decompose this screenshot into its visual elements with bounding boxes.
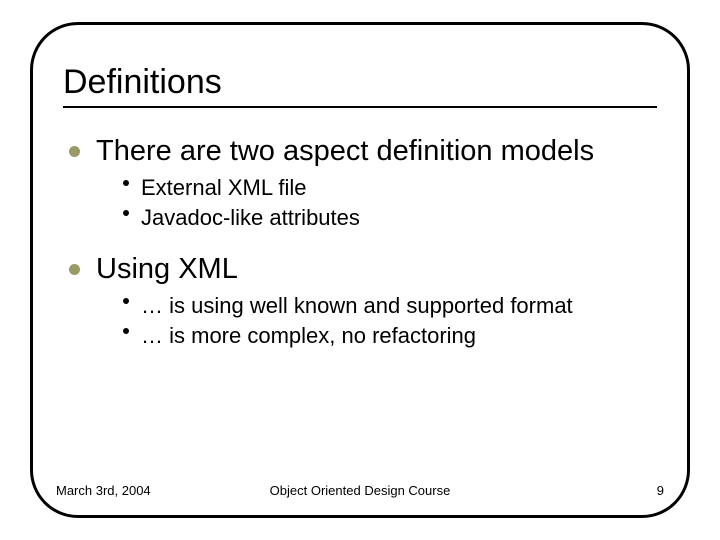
sublist: … is using well known and supported form… (123, 292, 657, 350)
sublist-item-text: … is more complex, no refactoring (141, 322, 476, 350)
sublist: External XML file Javadoc-like attribute… (123, 174, 657, 232)
bullet-icon (123, 328, 129, 334)
bullet-icon (69, 146, 80, 157)
bullet-icon (123, 298, 129, 304)
sublist-item: Javadoc-like attributes (123, 204, 657, 232)
footer-date: March 3rd, 2004 (56, 483, 151, 498)
slide-title: Definitions (63, 63, 657, 108)
bullet-icon (123, 180, 129, 186)
list-item: Using XML (69, 250, 657, 288)
footer-page-number: 9 (657, 483, 664, 498)
list-item-text: Using XML (96, 250, 238, 288)
sublist-item-text: Javadoc-like attributes (141, 204, 360, 232)
sublist-item: External XML file (123, 174, 657, 202)
bullet-icon (69, 264, 80, 275)
sublist-item-text: External XML file (141, 174, 306, 202)
bullet-icon (123, 210, 129, 216)
slide-frame: Definitions There are two aspect definit… (30, 22, 690, 518)
slide: Definitions There are two aspect definit… (0, 0, 720, 540)
slide-body: There are two aspect definition models E… (63, 132, 657, 350)
sublist-item-text: … is using well known and supported form… (141, 292, 573, 320)
slide-footer: March 3rd, 2004 Object Oriented Design C… (56, 483, 664, 498)
list-item: There are two aspect definition models (69, 132, 657, 170)
sublist-item: … is using well known and supported form… (123, 292, 657, 320)
sublist-item: … is more complex, no refactoring (123, 322, 657, 350)
list-item-text: There are two aspect definition models (96, 132, 594, 170)
